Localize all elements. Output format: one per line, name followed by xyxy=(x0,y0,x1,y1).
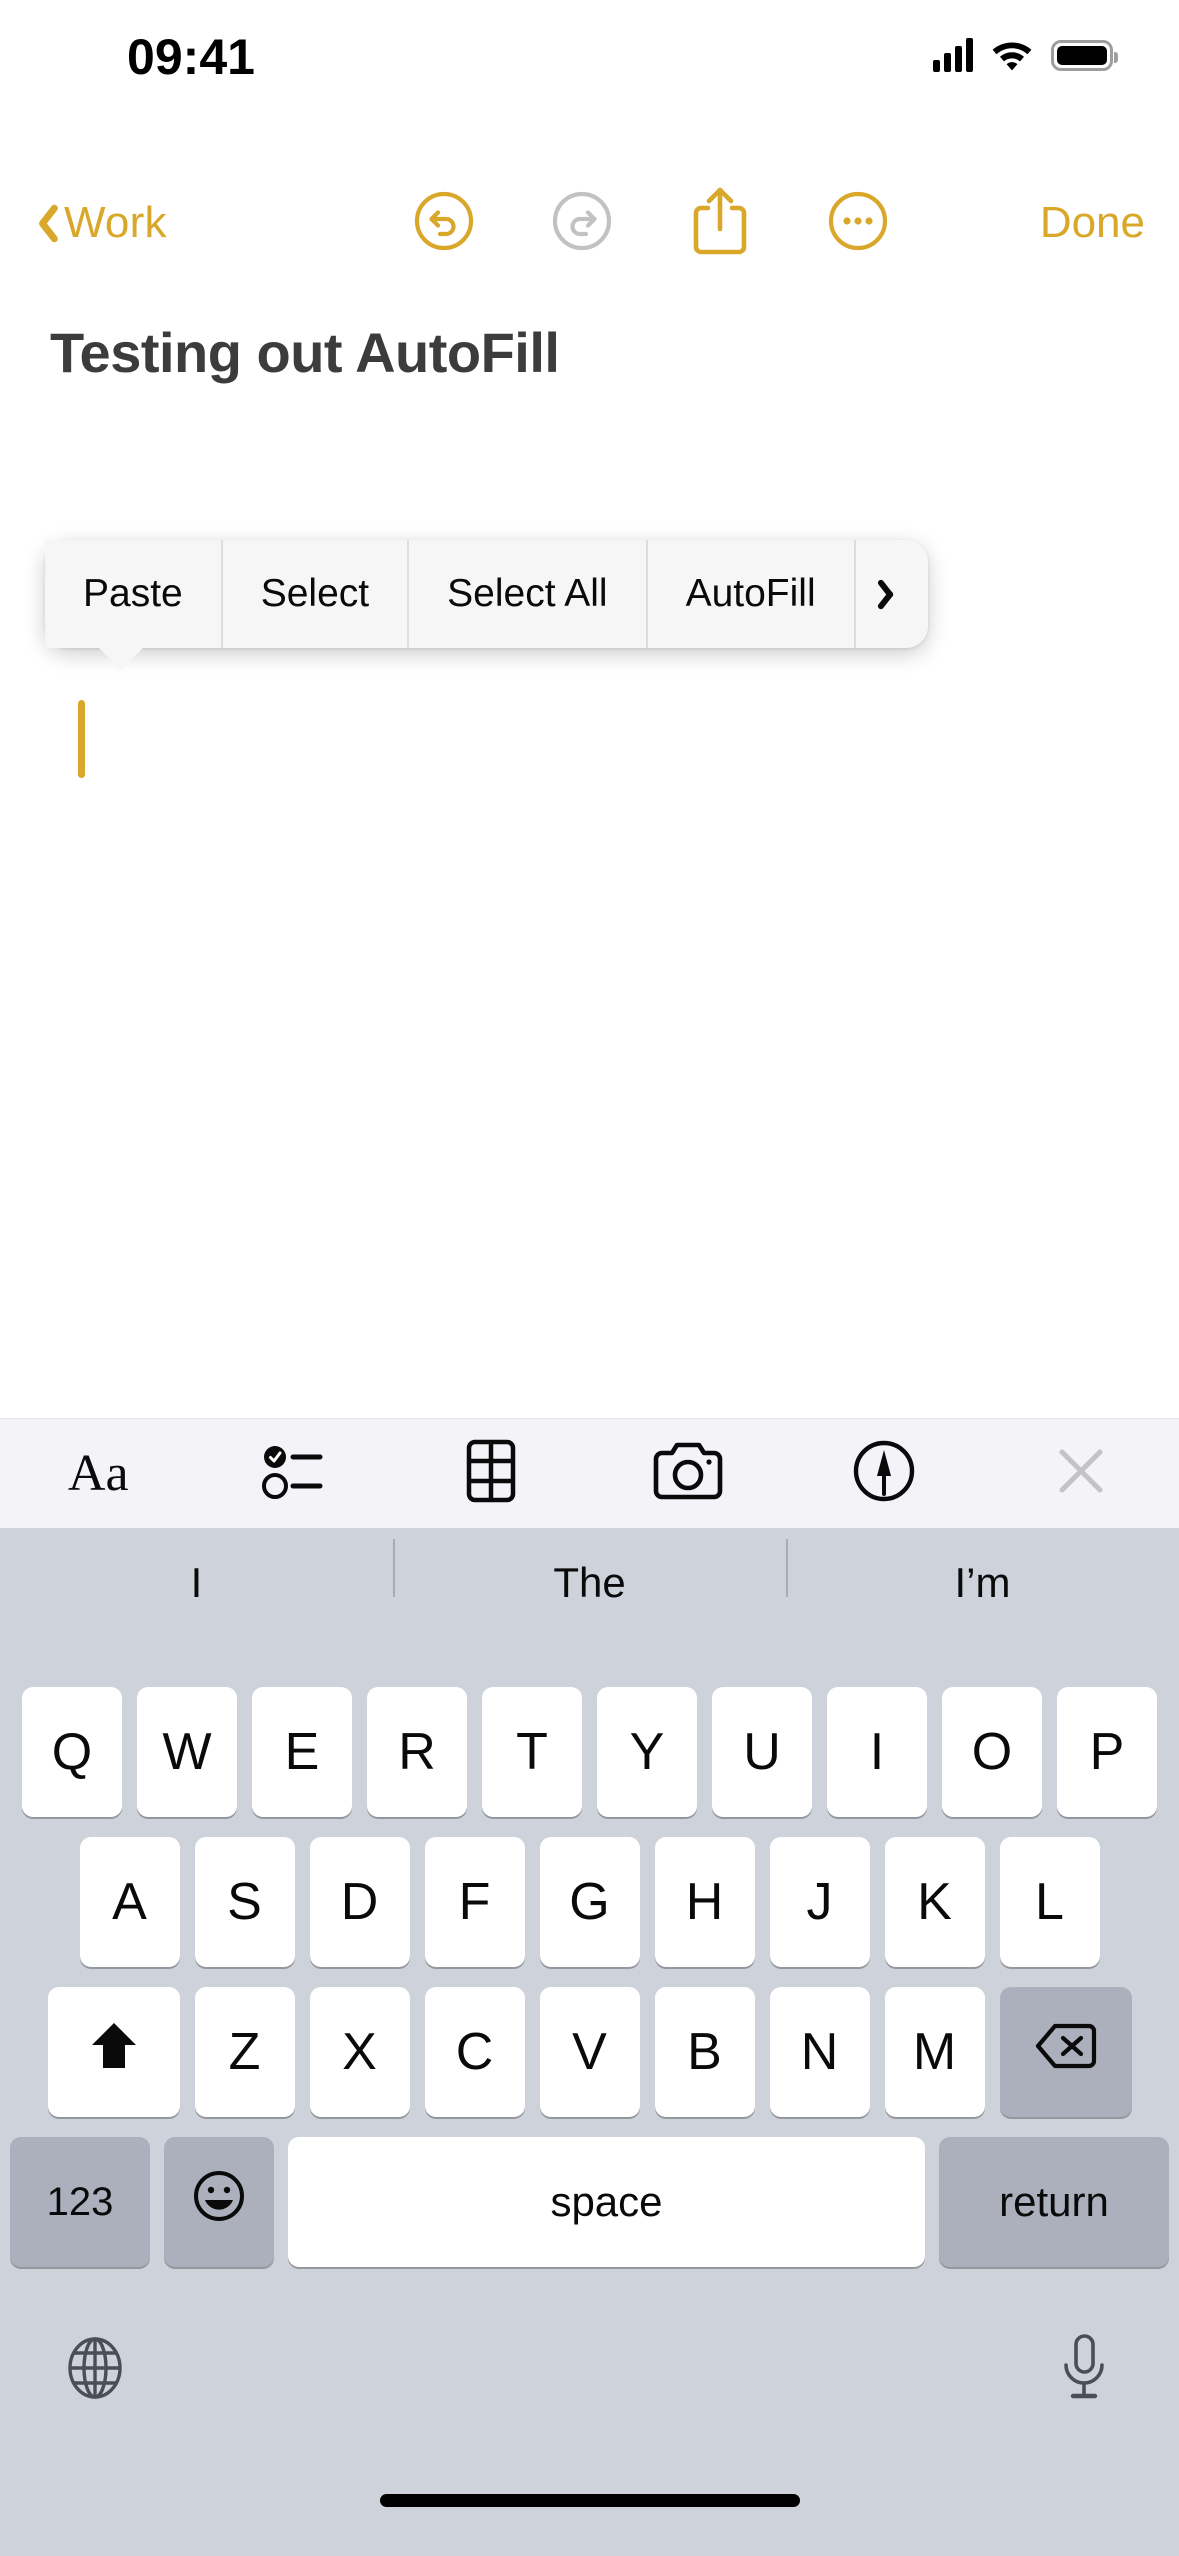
key-k[interactable]: K xyxy=(884,1837,985,1967)
context-menu-item-select-all[interactable]: Select All xyxy=(409,540,648,648)
ellipsis-circle-icon xyxy=(827,190,889,257)
context-menu-item-autofill[interactable]: AutoFill xyxy=(647,540,856,648)
camera-icon xyxy=(650,1440,726,1507)
key-t[interactable]: T xyxy=(482,1687,582,1817)
emoji-smiley-icon xyxy=(191,2168,247,2237)
undo-circle-icon xyxy=(413,190,475,257)
key-p[interactable]: P xyxy=(1057,1687,1157,1817)
shift-up-arrow-icon xyxy=(88,2018,140,2087)
keyboard-row-1: Q W E R T Y U I O P xyxy=(10,1687,1169,1817)
more-options-button[interactable] xyxy=(818,183,898,263)
key-d[interactable]: D xyxy=(309,1837,410,1967)
checklist-button[interactable] xyxy=(235,1427,355,1521)
emoji-key[interactable] xyxy=(164,2137,274,2267)
key-n[interactable]: N xyxy=(769,1987,870,2117)
status-indicators xyxy=(933,32,1118,78)
context-menu-label: Paste xyxy=(83,572,183,615)
key-i[interactable]: I xyxy=(827,1687,927,1817)
key-v[interactable]: V xyxy=(539,1987,640,2117)
format-aa-icon: Aa xyxy=(67,1445,129,1502)
key-o[interactable]: O xyxy=(942,1687,1042,1817)
camera-button[interactable] xyxy=(628,1427,748,1521)
keyboard-row-4: 123 space return xyxy=(10,2137,1169,2267)
key-e[interactable]: E xyxy=(252,1687,352,1817)
chevron-right-icon xyxy=(882,576,902,612)
microphone-dictation-icon xyxy=(1055,2332,1113,2409)
home-indicator xyxy=(379,2494,800,2507)
prediction-bar: I The I’m xyxy=(0,1528,1179,1638)
table-icon xyxy=(457,1438,525,1509)
context-menu-label: Select All xyxy=(447,572,608,615)
done-button[interactable]: Done xyxy=(1040,183,1145,263)
status-time: 09:41 xyxy=(127,29,255,85)
key-s[interactable]: S xyxy=(194,1837,295,1967)
note-title[interactable]: Testing out AutoFill xyxy=(50,320,1130,385)
done-button-label: Done xyxy=(1039,198,1145,247)
text-context-menu: Paste Select Select All AutoFill xyxy=(45,540,928,670)
status-bar: 09:41 xyxy=(0,0,1179,120)
shift-key[interactable] xyxy=(47,1987,180,2117)
key-u[interactable]: U xyxy=(712,1687,812,1817)
keyboard-row-2: A S D F G H J K L xyxy=(66,1837,1113,1967)
on-screen-keyboard: Q W E R T Y U I O P A S D F G H J K L Z … xyxy=(0,1638,1179,2556)
numbers-key[interactable]: 123 xyxy=(10,2137,150,2267)
backspace-key[interactable] xyxy=(999,1987,1132,2117)
text-cursor xyxy=(78,700,85,778)
share-icon xyxy=(691,185,749,262)
prediction-item-1[interactable]: I xyxy=(0,1559,393,1607)
checklist-icon xyxy=(261,1440,328,1507)
key-f[interactable]: F xyxy=(424,1837,525,1967)
key-b[interactable]: B xyxy=(654,1987,755,2117)
backspace-delete-icon xyxy=(1035,2022,1097,2083)
context-menu-label: Select xyxy=(260,572,370,615)
globe-key[interactable] xyxy=(45,2320,145,2420)
markup-button[interactable] xyxy=(824,1427,944,1521)
key-w[interactable]: W xyxy=(137,1687,237,1817)
back-button-label: Work xyxy=(64,198,167,247)
battery-icon xyxy=(1051,39,1118,71)
navigation-bar: Work Done xyxy=(0,175,1179,285)
key-c[interactable]: C xyxy=(424,1987,525,2117)
context-menu-label: AutoFill xyxy=(685,572,816,615)
key-l[interactable]: L xyxy=(999,1837,1100,1967)
keyboard-bottom-row xyxy=(0,2310,1179,2430)
key-r[interactable]: R xyxy=(367,1687,467,1817)
context-menu-next-page-button[interactable] xyxy=(855,540,928,648)
close-x-icon xyxy=(1052,1442,1110,1505)
space-key[interactable]: space xyxy=(288,2137,925,2267)
key-a[interactable]: A xyxy=(79,1837,180,1967)
cellular-bars-icon xyxy=(933,38,973,72)
markup-pen-icon xyxy=(851,1438,917,1509)
context-menu-item-paste[interactable]: Paste xyxy=(45,540,223,648)
key-z[interactable]: Z xyxy=(194,1987,295,2117)
keyboard-row-3: Z X C V B N M xyxy=(10,1987,1169,2117)
context-menu-item-select[interactable]: Select xyxy=(222,540,410,648)
redo-circle-icon xyxy=(551,190,613,257)
key-g[interactable]: G xyxy=(539,1837,640,1967)
key-q[interactable]: Q xyxy=(22,1687,122,1817)
key-m[interactable]: M xyxy=(884,1987,985,2117)
share-button[interactable] xyxy=(680,183,760,263)
key-x[interactable]: X xyxy=(309,1987,410,2117)
wifi-icon xyxy=(990,36,1034,75)
dictation-key[interactable] xyxy=(1034,2320,1134,2420)
globe-language-icon xyxy=(62,2335,128,2406)
notes-keyboard-toolbar: Aa xyxy=(0,1418,1179,1528)
table-button[interactable] xyxy=(431,1427,551,1521)
prediction-item-2[interactable]: The xyxy=(393,1539,786,1607)
return-key[interactable]: return xyxy=(939,2137,1169,2267)
key-h[interactable]: H xyxy=(654,1837,755,1967)
undo-button[interactable] xyxy=(404,183,484,263)
key-j[interactable]: J xyxy=(769,1837,870,1967)
chevron-left-icon xyxy=(28,200,54,246)
redo-button[interactable] xyxy=(542,183,622,263)
key-y[interactable]: Y xyxy=(597,1687,697,1817)
prediction-item-3[interactable]: I’m xyxy=(786,1539,1179,1607)
dismiss-keyboard-button[interactable] xyxy=(1021,1427,1141,1521)
format-button[interactable]: Aa xyxy=(38,1427,158,1521)
iphone-screen: 09:41 Work Done Testing out AutoFill Pas… xyxy=(0,0,1179,2556)
back-button[interactable]: Work xyxy=(28,183,167,263)
